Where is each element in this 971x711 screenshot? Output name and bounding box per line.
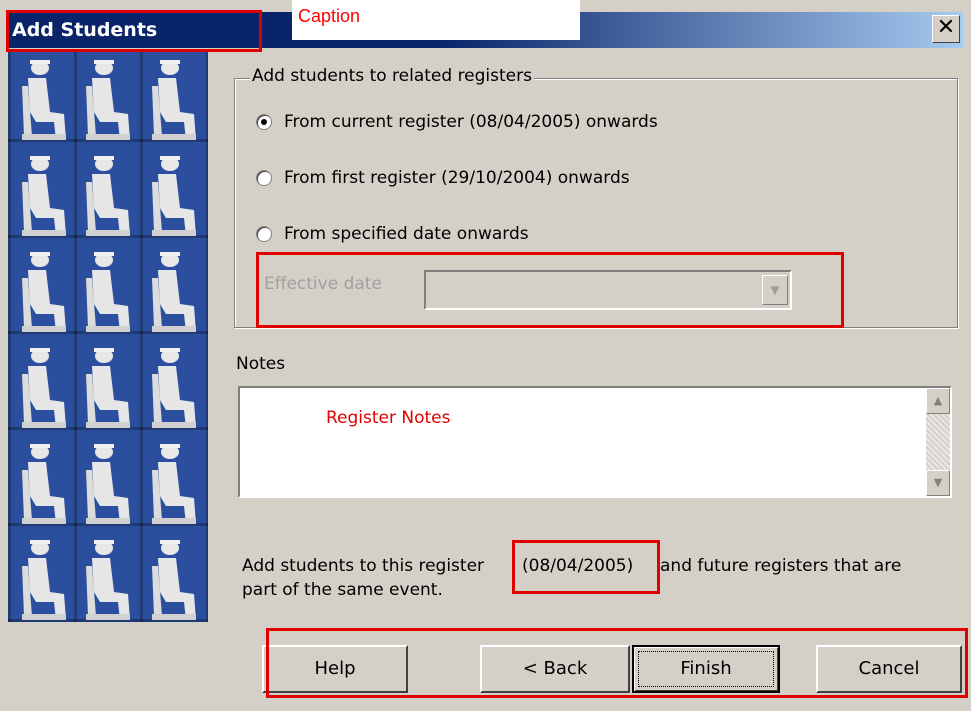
register-options-legend: Add students to related registers — [250, 66, 534, 86]
radio-current-register[interactable] — [256, 114, 272, 130]
caption-annotation: Caption — [292, 0, 580, 40]
info-line1-prefix: Add students to this register — [242, 556, 485, 576]
close-button[interactable]: ✕ — [932, 15, 960, 43]
info-line1-suffix: and future registers that are — [660, 556, 902, 576]
buttons-highlight-box — [266, 628, 968, 698]
students-side-image — [8, 52, 208, 622]
scroll-down-button[interactable]: ▼ — [926, 470, 950, 496]
chevron-up-icon: ▲ — [933, 394, 943, 407]
title-highlight-box — [6, 10, 262, 52]
radio-specified-date[interactable] — [256, 226, 272, 242]
info-line2: part of the same event. — [242, 580, 443, 600]
notes-annotation: Register Notes — [326, 408, 451, 428]
notes-label: Notes — [236, 354, 286, 374]
close-icon: ✕ — [936, 15, 956, 40]
date-highlight-box — [512, 540, 660, 594]
notes-scrollbar[interactable]: ▲ ▼ — [926, 388, 950, 496]
notes-textarea[interactable]: Register Notes ▲ ▼ — [238, 386, 952, 498]
scroll-up-button[interactable]: ▲ — [926, 388, 950, 414]
radio-current-register-label[interactable]: From current register (08/04/2005) onwar… — [284, 112, 658, 132]
student-figures-image — [22, 60, 196, 620]
radio-first-register-label[interactable]: From first register (29/10/2004) onwards — [284, 168, 630, 188]
chevron-down-icon: ▼ — [933, 476, 943, 489]
radio-first-register[interactable] — [256, 170, 272, 186]
add-students-dialog: Add Students Caption ✕ Add students to r… — [0, 0, 971, 711]
effective-date-highlight-box — [256, 252, 844, 328]
radio-specified-date-label[interactable]: From specified date onwards — [284, 224, 529, 244]
caption-annotation-text: Caption — [298, 6, 361, 26]
